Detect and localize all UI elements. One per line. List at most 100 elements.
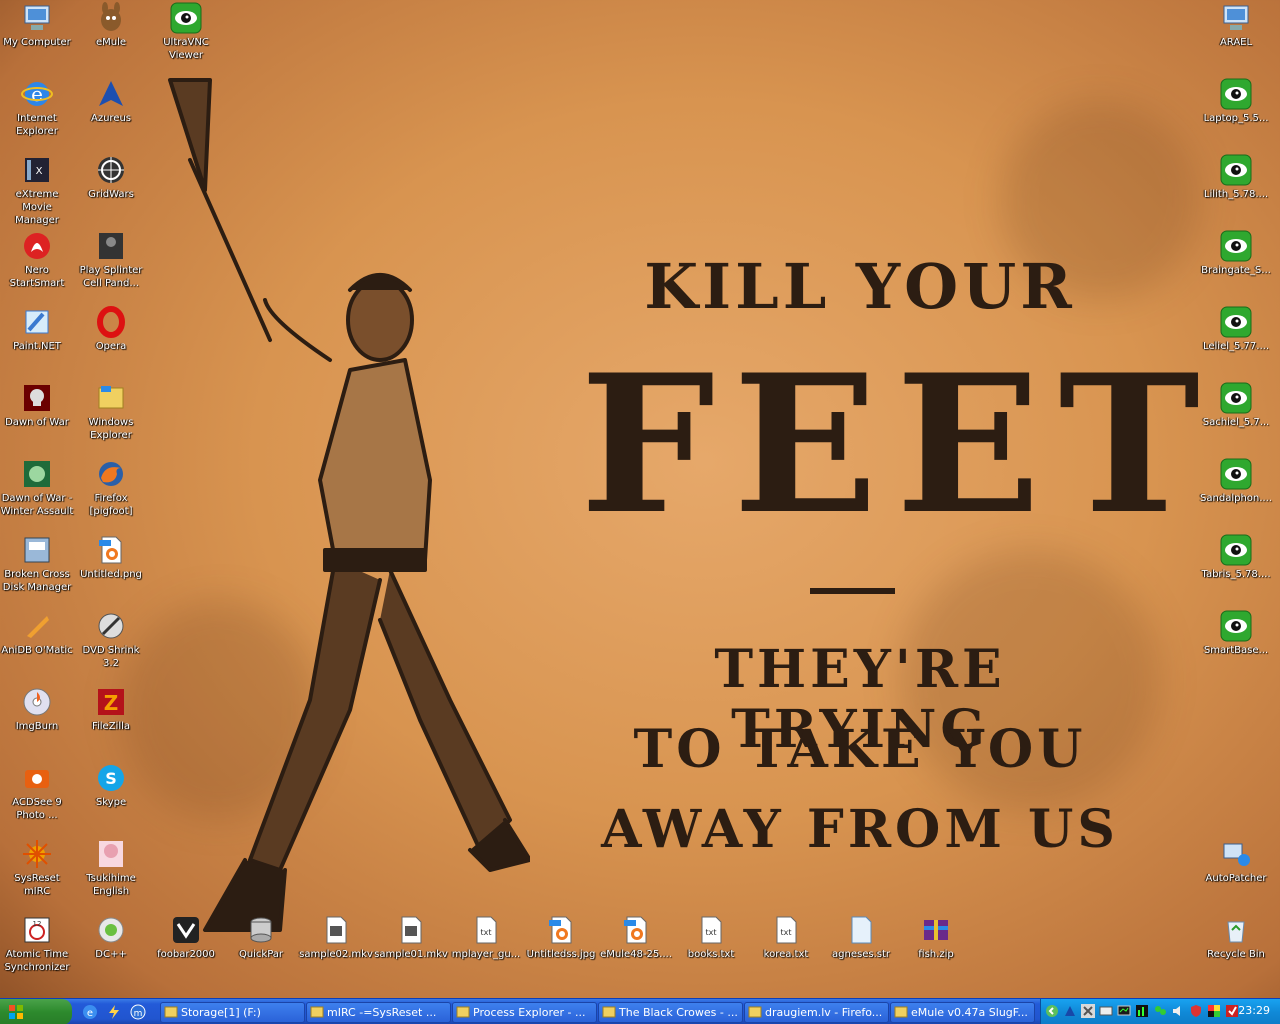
- taskbar-button-label: eMule v0.47a SlugF...: [911, 1006, 1028, 1019]
- desktop-icon-label: Lilith_5.78....: [1203, 189, 1269, 200]
- desktop-icon[interactable]: Braingate_S...: [1199, 230, 1273, 277]
- desktop-icon[interactable]: fish.zip: [899, 914, 973, 961]
- desktop-icon[interactable]: Azureus: [74, 78, 148, 125]
- desktop-icon[interactable]: sample02.mkv: [299, 914, 373, 961]
- desktop-icon[interactable]: Firefox [pigfoot]: [74, 458, 148, 518]
- desktop-icon[interactable]: txt books.txt: [674, 914, 748, 961]
- desktop-icon-label: ARAEL: [1219, 37, 1253, 48]
- desktop-icon[interactable]: sample01.mkv: [374, 914, 448, 961]
- security-tray-icon[interactable]: [1225, 1004, 1239, 1018]
- foobar-icon: [173, 917, 199, 943]
- people-tray-icon[interactable]: [1153, 1004, 1167, 1018]
- taskbar-button-label: Process Explorer - ...: [473, 1006, 586, 1019]
- dawn-of-war-icon: [24, 385, 50, 411]
- desktop-icon[interactable]: UltraVNC Viewer: [149, 2, 223, 62]
- desktop-icon[interactable]: XeXtreme Movie Manager: [0, 154, 74, 227]
- lightning-icon[interactable]: [106, 1004, 122, 1020]
- poster-heading-line2: FEET: [580, 333, 1218, 556]
- desktop-icon[interactable]: GridWars: [74, 154, 148, 201]
- taskbar-button[interactable]: Storage[1] (F:): [160, 1002, 305, 1023]
- desktop-icon[interactable]: Paint.NET: [0, 306, 74, 353]
- desktop-icon-label: eMule: [95, 37, 127, 48]
- desktop-icon[interactable]: Leliel_5.77....: [1199, 306, 1273, 353]
- firefox-icon: [99, 462, 123, 486]
- desktop-icon[interactable]: QuickPar: [224, 914, 298, 961]
- desktop-icon[interactable]: Play Splinter Cell Pand...: [74, 230, 148, 290]
- color-tray-icon[interactable]: [1207, 1004, 1221, 1018]
- network-computer-icon: [1223, 5, 1249, 30]
- desktop-icon[interactable]: AniDB O'Matic: [0, 610, 74, 657]
- shield-tray-icon[interactable]: [1189, 1004, 1203, 1018]
- volume-tray-icon[interactable]: [1171, 1004, 1185, 1018]
- desktop-icon[interactable]: e Internet Explorer: [0, 78, 74, 138]
- desktop-icon[interactable]: S Skype: [74, 762, 148, 809]
- desktop-icon-label: agneses.str: [832, 949, 890, 960]
- splinter-cell-icon: [99, 233, 123, 259]
- atomic-time-icon: 12: [24, 917, 50, 943]
- txt-file-icon: txt: [701, 916, 722, 944]
- nero-icon: [24, 233, 50, 259]
- windows-explorer-icon: [98, 386, 124, 409]
- desktop-icon-label: fish.zip: [918, 949, 954, 960]
- monitor-tray-icon[interactable]: [1117, 1004, 1131, 1018]
- foobar-icon: [602, 1006, 616, 1018]
- desktop-icon[interactable]: Lilith_5.78....: [1199, 154, 1273, 201]
- desktop-icon-label: Sandalphon....: [1200, 493, 1272, 504]
- desktop-icon[interactable]: Sandalphon....: [1199, 458, 1273, 505]
- taskbar-button[interactable]: eMule v0.47a SlugF...: [890, 1002, 1035, 1023]
- network-tray-icon[interactable]: [1099, 1004, 1113, 1018]
- desktop-icon[interactable]: DC++: [74, 914, 148, 961]
- desktop-icon[interactable]: AutoPatcher: [1199, 838, 1273, 885]
- desktop-icon-label: Dawn of War - Winter Assault: [0, 493, 74, 517]
- desktop-icon[interactable]: Broken Cross Disk Manager: [0, 534, 74, 594]
- desktop-icon[interactable]: txt mplayer_gu...: [449, 914, 523, 961]
- desktop-icon[interactable]: Dawn of War: [0, 382, 74, 429]
- desktop-icon[interactable]: txt korea.txt: [749, 914, 823, 961]
- desktop-icon[interactable]: Untitledss.jpg: [524, 914, 598, 961]
- desktop-icon[interactable]: foobar2000: [149, 914, 223, 961]
- zip-file-icon: [924, 920, 948, 940]
- desktop-icon[interactable]: Opera: [74, 306, 148, 353]
- taskbar: e m Storage[1] (F:) mIRC -=SysReset ... Pr…: [0, 998, 1280, 1024]
- desktop-icon[interactable]: Laptop_5.5...: [1199, 78, 1273, 125]
- desktop-icon[interactable]: eMule48-25....: [599, 914, 673, 961]
- process-explorer-tray-icon[interactable]: [1135, 1004, 1149, 1018]
- opera-icon: [97, 306, 125, 338]
- tray-arrow-icon[interactable]: [1045, 1004, 1059, 1018]
- desktop-icon[interactable]: Windows Explorer: [74, 382, 148, 442]
- desktop-icon[interactable]: Recycle Bin: [1199, 914, 1273, 961]
- desktop-icon-label: SmartBase...: [1203, 645, 1269, 656]
- quickpar-icon: [250, 917, 272, 943]
- start-button[interactable]: [0, 999, 72, 1024]
- desktop-icon[interactable]: ImgBurn: [0, 686, 74, 733]
- taskbar-button[interactable]: draugiem.lv - Firefo...: [744, 1002, 889, 1023]
- taskbar-button[interactable]: Process Explorer - ...: [452, 1002, 597, 1023]
- sysreset-icon: [23, 840, 51, 868]
- desktop-icon[interactable]: Tabris_5.78....: [1199, 534, 1273, 581]
- desktop-icon[interactable]: ARAEL: [1199, 2, 1273, 49]
- desktop-icon[interactable]: Dawn of War - Winter Assault: [0, 458, 74, 518]
- desktop-icon[interactable]: Untitled.png: [74, 534, 148, 581]
- desktop-icon[interactable]: ACDSee 9 Photo ...: [0, 762, 74, 822]
- messenger-icon[interactable]: m: [130, 1004, 146, 1020]
- taskbar-button[interactable]: The Black Crowes - ...: [598, 1002, 743, 1023]
- close-tray-icon[interactable]: [1081, 1004, 1095, 1018]
- desktop-icon[interactable]: Sachiel_5.7...: [1199, 382, 1273, 429]
- desktop-icon[interactable]: Z FileZilla: [74, 686, 148, 733]
- desktop-icon[interactable]: agneses.str: [824, 914, 898, 961]
- desktop-icon[interactable]: Nero StartSmart: [0, 230, 74, 290]
- desktop-icon[interactable]: SmartBase...: [1199, 610, 1273, 657]
- desktop-icon[interactable]: eMule: [74, 2, 148, 49]
- desktop-icon-label: DVD Shrink 3.2: [82, 645, 140, 669]
- desktop-icon[interactable]: Tsukihime English: [74, 838, 148, 898]
- taskbar-clock[interactable]: 23:29: [1238, 1004, 1270, 1017]
- vnc-connection-icon: [1220, 610, 1252, 642]
- taskbar-button[interactable]: mIRC -=SysReset ...: [306, 1002, 451, 1023]
- azureus-tray-icon[interactable]: [1063, 1004, 1077, 1018]
- vnc-connection-icon: [1220, 458, 1252, 490]
- desktop-icon[interactable]: DVD Shrink 3.2: [74, 610, 148, 670]
- desktop-icon[interactable]: My Computer: [0, 2, 74, 49]
- desktop-icon[interactable]: SysReset mIRC: [0, 838, 74, 898]
- desktop-icon[interactable]: 12 Atomic Time Synchronizer: [0, 914, 74, 974]
- internet-explorer-icon[interactable]: e: [82, 1004, 98, 1020]
